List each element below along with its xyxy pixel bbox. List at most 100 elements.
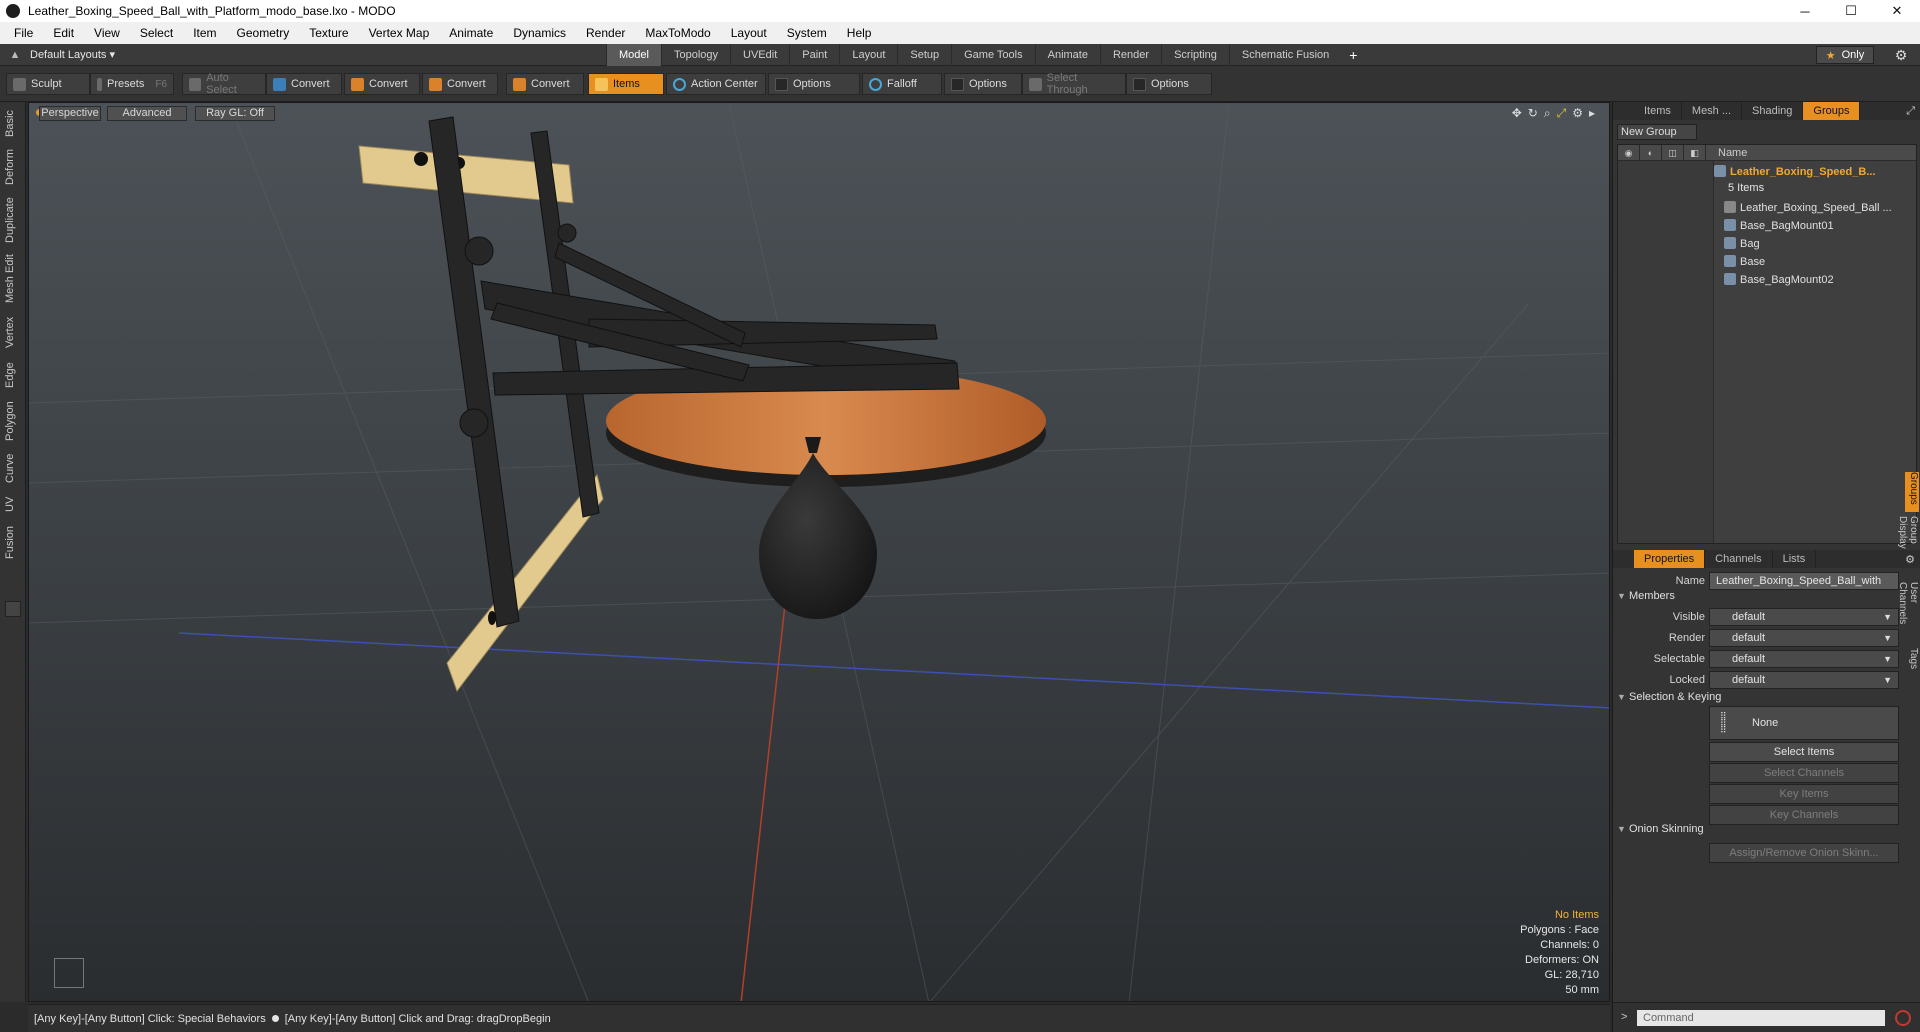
side-tab-group-display[interactable]: Group Display	[1897, 516, 1919, 578]
tab-lists[interactable]: Lists	[1773, 550, 1817, 568]
tab-mesh[interactable]: Mesh ...	[1682, 102, 1743, 120]
select-column-icon[interactable]: ◧	[1684, 144, 1706, 161]
tab-game-tools[interactable]: Game Tools	[951, 44, 1035, 66]
menu-help[interactable]: Help	[837, 22, 882, 44]
locked-select[interactable]: default ▼	[1709, 671, 1899, 689]
group-child-row[interactable]: Base	[1724, 253, 1765, 271]
falloff-button[interactable]: Falloff	[862, 73, 942, 95]
menu-view[interactable]: View	[84, 22, 130, 44]
rotate-view-icon[interactable]: ↻	[1528, 106, 1538, 121]
left-tab-duplicate[interactable]: Duplicate	[4, 194, 22, 246]
viewport-expand-icon[interactable]: ▸	[1589, 106, 1595, 121]
default-layouts-dropdown[interactable]: Default Layouts ▾	[30, 48, 115, 61]
select-channels-button[interactable]: Select Channels	[1709, 763, 1899, 783]
convert-button-2[interactable]: Convert	[344, 73, 420, 95]
tab-uvedit[interactable]: UVEdit	[730, 44, 789, 66]
auto-select-button[interactable]: Auto Select	[182, 72, 266, 96]
tab-items[interactable]: Items	[1634, 102, 1682, 120]
layout-collapse-icon[interactable]: ▲	[8, 48, 22, 62]
convert-button-3[interactable]: Convert	[422, 73, 498, 95]
panel-expand-icon[interactable]: ⤢	[1906, 105, 1920, 118]
tab-channels[interactable]: Channels	[1705, 550, 1773, 568]
none-selector[interactable]: ⠿ ⠿ ⠿ None	[1709, 706, 1899, 740]
add-tab-button[interactable]: +	[1341, 44, 1365, 66]
group-child-row[interactable]: Leather_Boxing_Speed_Ball ...	[1724, 199, 1892, 217]
tab-render[interactable]: Render	[1099, 44, 1161, 66]
menu-dynamics[interactable]: Dynamics	[503, 22, 576, 44]
new-group-button[interactable]: New Group	[1617, 124, 1697, 140]
left-tab-edge[interactable]: Edge	[4, 358, 22, 392]
sculpt-button[interactable]: Sculpt	[6, 73, 90, 95]
maximize-button[interactable]: ☐	[1828, 0, 1874, 22]
minimize-button[interactable]: ─	[1782, 0, 1828, 22]
viewport-gear-icon[interactable]: ⚙	[1572, 106, 1583, 121]
onion-skinning-section[interactable]: ▼ Onion Skinning	[1617, 823, 1917, 839]
render-column-icon[interactable]: ◐	[1640, 144, 1662, 161]
tab-animate[interactable]: Animate	[1034, 44, 1100, 66]
menu-system[interactable]: System	[777, 22, 837, 44]
left-tab-mesh-edit[interactable]: Mesh Edit	[4, 252, 22, 306]
selection-keying-section[interactable]: ▼ Selection & Keying	[1617, 691, 1917, 707]
convert-button-4[interactable]: Convert	[506, 73, 584, 95]
options-button-3[interactable]: Options	[1126, 73, 1212, 95]
perspective-button[interactable]: Perspective	[39, 106, 101, 121]
tab-paint[interactable]: Paint	[789, 44, 839, 66]
key-items-button[interactable]: Key Items	[1709, 784, 1899, 804]
tab-schematic-fusion[interactable]: Schematic Fusion	[1228, 44, 1341, 66]
menu-layout[interactable]: Layout	[721, 22, 777, 44]
name-field[interactable]: Leather_Boxing_Speed_Ball_with	[1709, 572, 1899, 590]
tab-model[interactable]: Model	[606, 44, 661, 66]
menu-file[interactable]: File	[4, 22, 43, 44]
menu-select[interactable]: Select	[130, 22, 183, 44]
menu-render[interactable]: Render	[576, 22, 635, 44]
left-tab-deform[interactable]: Deform	[4, 146, 22, 188]
tab-properties[interactable]: Properties	[1634, 550, 1706, 568]
left-tab-vertex[interactable]: Vertex	[4, 312, 22, 352]
left-tab-curve[interactable]: Curve	[4, 450, 22, 486]
select-items-button[interactable]: Select Items	[1709, 742, 1899, 762]
gear-icon[interactable]: ⚙	[1892, 46, 1910, 64]
side-tab-groups[interactable]: Groups	[1905, 472, 1919, 512]
left-panel-toggle[interactable]	[5, 601, 21, 617]
menu-geometry[interactable]: Geometry	[227, 22, 300, 44]
convert-button-1[interactable]: Convert	[266, 73, 342, 95]
tab-shading[interactable]: Shading	[1742, 102, 1804, 120]
menu-edit[interactable]: Edit	[43, 22, 84, 44]
zoom-view-icon[interactable]: ⌕	[1544, 106, 1551, 121]
only-button[interactable]: ★ Only	[1816, 46, 1874, 64]
close-button[interactable]: ✕	[1874, 0, 1920, 22]
tab-scripting[interactable]: Scripting	[1161, 44, 1229, 66]
members-section[interactable]: ▼ Members	[1617, 590, 1917, 606]
command-input[interactable]: Command	[1637, 1010, 1885, 1026]
record-macro-icon[interactable]	[1895, 1010, 1911, 1026]
menu-animate[interactable]: Animate	[439, 22, 503, 44]
options-button-2[interactable]: Options	[944, 73, 1022, 95]
visible-select[interactable]: default ▼	[1709, 608, 1899, 626]
menu-vertex-map[interactable]: Vertex Map	[359, 22, 440, 44]
options-button-1[interactable]: Options	[768, 73, 860, 95]
visibility-column-icon[interactable]: ◉	[1618, 144, 1640, 161]
key-channels-button[interactable]: Key Channels	[1709, 805, 1899, 825]
presets-button[interactable]: Presets F6	[90, 73, 174, 95]
tab-groups[interactable]: Groups	[1803, 102, 1861, 120]
left-tab-uv[interactable]: UV	[4, 492, 22, 516]
render-select[interactable]: default ▼	[1709, 629, 1899, 647]
side-tab-tags[interactable]: Tags	[1905, 648, 1919, 678]
group-child-row[interactable]: Bag	[1724, 235, 1760, 253]
tab-topology[interactable]: Topology	[660, 44, 730, 66]
left-tab-polygon[interactable]: Polygon	[4, 398, 22, 444]
group-child-row[interactable]: Base_BagMount02	[1724, 271, 1834, 289]
selectable-select[interactable]: default ▼	[1709, 650, 1899, 668]
tab-setup[interactable]: Setup	[897, 44, 951, 66]
tab-layout[interactable]: Layout	[839, 44, 897, 66]
action-center-button[interactable]: Action Center	[666, 73, 766, 95]
move-view-icon[interactable]: ✥	[1512, 106, 1522, 121]
menu-maxtomodo[interactable]: MaxToModo	[635, 22, 720, 44]
items-mode-button[interactable]: Items	[588, 73, 664, 95]
advanced-button[interactable]: Advanced	[107, 106, 187, 121]
select-through-button[interactable]: Select Through	[1022, 72, 1126, 96]
assign-onion-skin-button[interactable]: Assign/Remove Onion Skinn...	[1709, 843, 1899, 863]
menu-texture[interactable]: Texture	[299, 22, 358, 44]
group-child-row[interactable]: Base_BagMount01	[1724, 217, 1834, 235]
fit-view-icon[interactable]: ⤢	[1557, 106, 1567, 121]
